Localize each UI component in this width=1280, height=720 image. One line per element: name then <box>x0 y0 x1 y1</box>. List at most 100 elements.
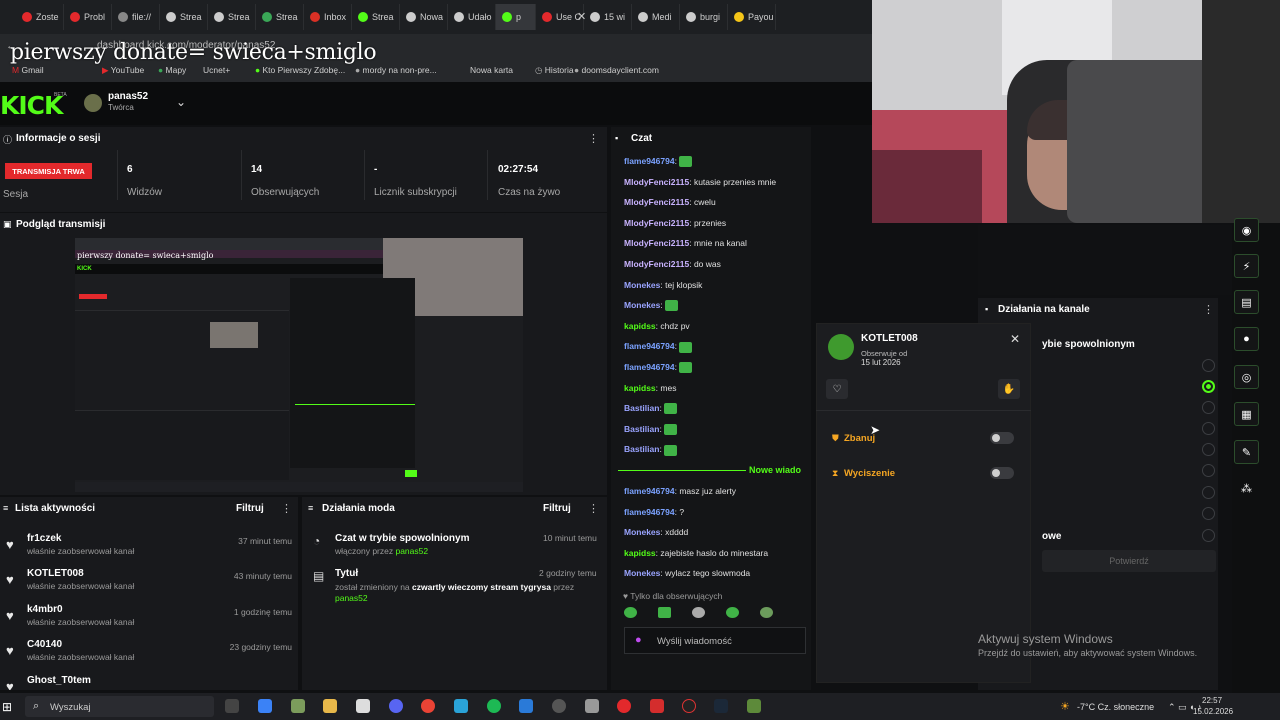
app-icon[interactable] <box>617 699 631 713</box>
activity-filter-button[interactable]: Filtruj <box>236 503 264 514</box>
chat-username[interactable]: flame946794 <box>624 341 675 351</box>
spotify-icon[interactable] <box>487 699 501 713</box>
chat-message[interactable]: flame946794: masz juz alerty <box>624 486 736 496</box>
mute-toggle[interactable] <box>990 467 1014 479</box>
emote-icon[interactable] <box>692 607 705 618</box>
option-radio[interactable] <box>1202 401 1215 414</box>
activity-menu-icon[interactable]: ⋮ <box>281 502 292 515</box>
task-view-icon[interactable] <box>225 699 239 713</box>
chat-message[interactable]: MlodyFenci2115: kutasie przenies mnie <box>624 177 776 187</box>
channel-username[interactable]: panas52 <box>108 91 148 102</box>
browser-tab[interactable]: p <box>496 4 536 30</box>
option-radio[interactable] <box>1202 422 1215 435</box>
chat-message[interactable]: flame946794: <box>624 156 693 168</box>
option-radio-selected[interactable] <box>1202 380 1215 393</box>
chat-username[interactable]: MlodyFenci2115 <box>624 259 689 269</box>
option-radio[interactable] <box>1202 529 1215 542</box>
app-icon[interactable] <box>519 699 533 713</box>
chat-username[interactable]: Bastilian <box>624 424 659 434</box>
chevron-down-icon[interactable]: ⌄ <box>176 95 186 109</box>
document-icon[interactable]: ▤ <box>1234 290 1259 314</box>
emote-icon[interactable] <box>726 607 739 618</box>
channel-actions-menu-icon[interactable]: ⋮ <box>1203 303 1214 316</box>
chat-message[interactable]: flame946794: <box>624 341 693 353</box>
browser-tab[interactable]: burgi <box>680 4 728 30</box>
chat-message[interactable]: kapidss: chdz pv <box>624 321 690 331</box>
app-icon[interactable] <box>552 699 566 713</box>
chat-message[interactable]: MlodyFenci2115: mnie na kanal <box>624 238 747 248</box>
list-item[interactable]: ♥ KOTLET008 właśnie zaobserwował kanał 43 m… <box>0 568 298 602</box>
browser-tab[interactable]: file:// <box>112 4 160 30</box>
chat-message[interactable]: Bastilian: <box>624 403 678 415</box>
chat-message[interactable]: MlodyFenci2115: przenies <box>624 218 726 228</box>
broadcast-icon[interactable]: ◎ <box>1234 365 1259 389</box>
browser-tab[interactable]: Probl <box>64 4 112 30</box>
network-icon[interactable]: ⁂ <box>1241 482 1252 495</box>
chat-message[interactable]: Monekes: wylacz tego slowmoda <box>624 568 750 578</box>
chat-username[interactable]: Monekes <box>624 568 660 578</box>
chat-username[interactable]: Monekes <box>624 300 660 310</box>
emote-icon[interactable] <box>658 607 671 618</box>
lightning-icon[interactable]: ⚡ <box>1234 254 1259 278</box>
stream-preview[interactable]: KICK pierwszy donate= swieca+smiglo <box>75 238 523 492</box>
emote-icon[interactable] <box>760 607 773 618</box>
avatar[interactable] <box>84 94 102 112</box>
wrench-icon[interactable]: ✎ <box>1234 440 1259 464</box>
chat-message[interactable]: MlodyFenci2115: do was <box>624 259 721 269</box>
clock-time[interactable]: 22:57 <box>1202 696 1222 705</box>
list-item[interactable]: ♥ C40140 właśnie zaobserwował kanał 23 godz… <box>0 639 298 673</box>
camera-icon[interactable]: ◉ <box>1234 218 1259 242</box>
app-icon[interactable] <box>454 699 468 713</box>
chat-username[interactable]: flame946794 <box>624 362 675 372</box>
emote-icon[interactable] <box>624 607 637 618</box>
browser-tab[interactable]: Udało <box>448 4 496 30</box>
weather-text[interactable]: -7°C Cz. słoneczne <box>1077 702 1154 712</box>
chat-username[interactable]: kapidss <box>624 383 656 393</box>
bookmark-doomsday[interactable]: ● doomsdayclient.com <box>574 65 659 75</box>
chat-bubble-icon[interactable]: ● <box>1234 327 1259 351</box>
hand-icon[interactable]: ✋ <box>998 379 1020 399</box>
stream-manager-icon[interactable]: ▦ <box>1234 402 1259 426</box>
app-icon[interactable] <box>258 699 272 713</box>
follow-heart-button[interactable]: ♡ <box>826 379 848 399</box>
browser-tab[interactable]: Strea <box>208 4 256 30</box>
option-radio[interactable] <box>1202 464 1215 477</box>
option-radio[interactable] <box>1202 486 1215 499</box>
browser-tab[interactable]: Zoste <box>16 4 64 30</box>
chat-username[interactable]: kapidss <box>624 321 656 331</box>
app-icon[interactable] <box>356 699 370 713</box>
app-icon[interactable] <box>291 699 305 713</box>
bookmark-ucnet[interactable]: Ucnet+ <box>203 65 230 75</box>
minecraft-icon[interactable] <box>747 699 761 713</box>
steam-icon[interactable] <box>714 699 728 713</box>
app-icon[interactable] <box>585 699 599 713</box>
chat-message[interactable]: Monekes: <box>624 300 679 312</box>
new-messages-label[interactable]: Nowe wiado <box>749 465 801 475</box>
chat-username[interactable]: MlodyFenci2115 <box>624 197 689 207</box>
option-radio[interactable] <box>1202 443 1215 456</box>
chat-username[interactable]: flame946794 <box>624 156 675 166</box>
windows-start-icon[interactable]: ⊞ <box>2 700 12 714</box>
chat-username[interactable]: flame946794 <box>624 486 675 496</box>
chat-username[interactable]: Bastilian <box>624 444 659 454</box>
browser-tab[interactable]: Payou <box>728 4 776 30</box>
option-radio[interactable] <box>1202 507 1215 520</box>
bookmark-kto-pierwszy[interactable]: ● Kto Pierwszy Zdobę... <box>255 65 345 75</box>
list-item[interactable]: ♥ fr1czek właśnie zaobserwował kanał 37 min… <box>0 533 298 567</box>
bookmark-gmail[interactable]: M Gmail <box>12 65 44 75</box>
browser-tab[interactable]: Strea <box>352 4 400 30</box>
close-tab-icon[interactable]: ✕ <box>577 10 586 23</box>
mod-menu-icon[interactable]: ⋮ <box>588 502 599 515</box>
chat-message[interactable]: kapidss: zajebiste haslo do minestara <box>624 548 768 558</box>
chat-message[interactable]: kapidss: mes <box>624 383 676 393</box>
bookmark-mordy[interactable]: ● mordy na non-pre... <box>355 65 437 75</box>
chat-message[interactable]: MlodyFenci2115: cwelu <box>624 197 716 207</box>
list-item[interactable]: ♥ Ghost_T0tem <box>0 675 298 690</box>
file-explorer-icon[interactable] <box>323 699 337 713</box>
bookmark-new-tab[interactable]: Nowa karta <box>470 65 513 75</box>
list-item[interactable]: ♥ k4mbr0 właśnie zaobserwował kanał 1 godzi… <box>0 604 298 638</box>
chrome-icon[interactable] <box>421 699 435 713</box>
microphone-icon[interactable]: ● <box>635 634 642 646</box>
session-menu-icon[interactable]: ⋮ <box>588 132 599 145</box>
browser-tab[interactable]: Inbox <box>304 4 352 30</box>
